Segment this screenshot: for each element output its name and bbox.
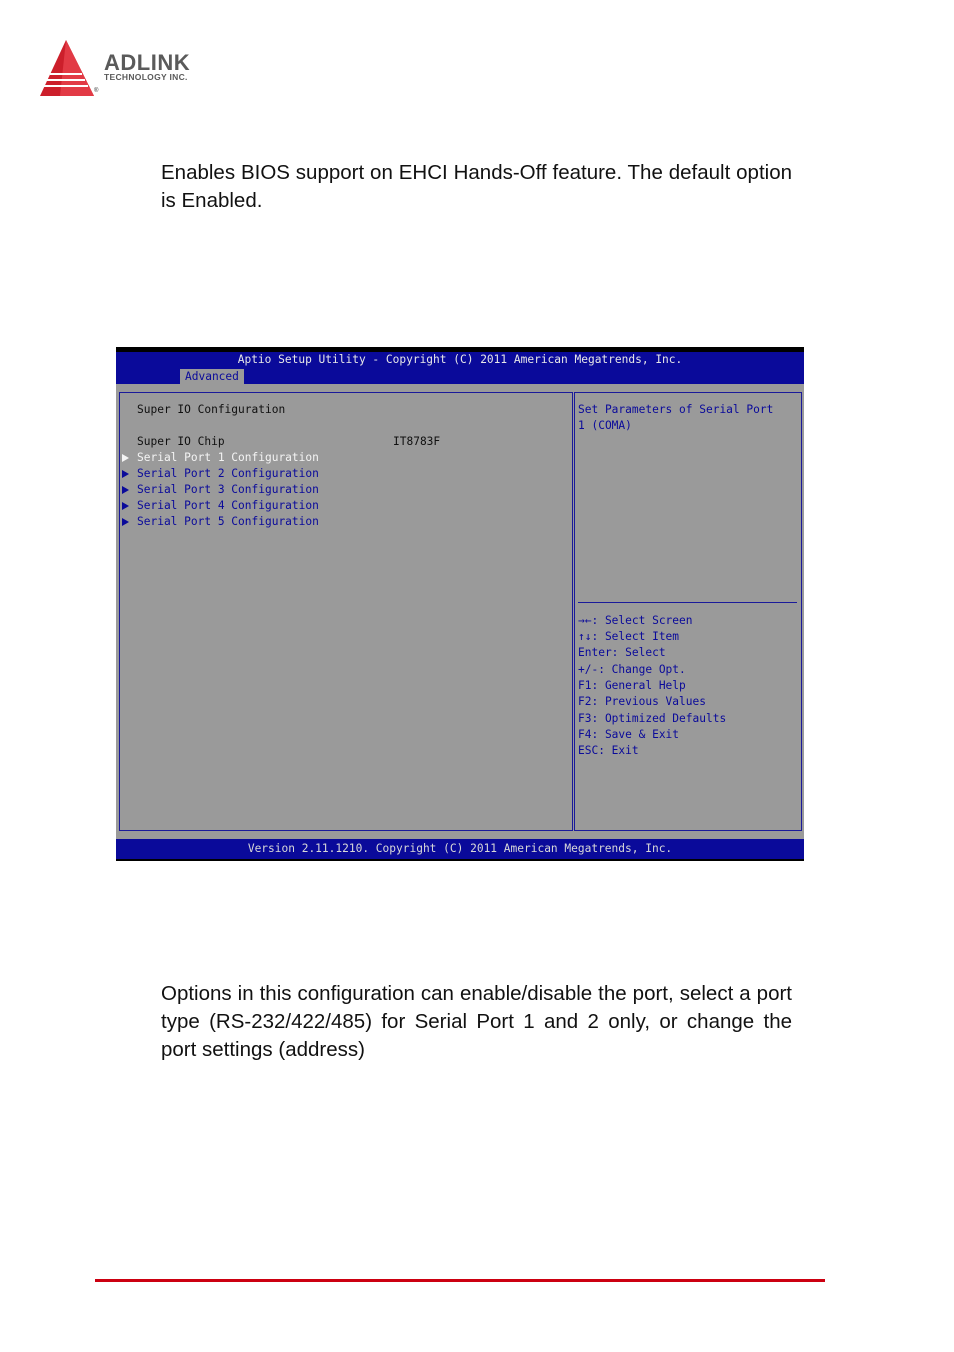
key-help-enter: Enter: Select — [578, 646, 666, 659]
adlink-triangle-logo-icon — [40, 40, 94, 96]
bios-bottom-border — [116, 859, 804, 861]
help-text-line: 1 (COMA) — [578, 419, 632, 432]
chip-value: IT8783F — [393, 435, 441, 448]
bios-header: Aptio Setup Utility - Copyright (C) 2011… — [116, 352, 804, 384]
adlink-logo: ADLINK TECHNOLOGY INC. ® — [38, 38, 238, 98]
key-help-select-screen: →←: Select Screen — [578, 614, 693, 627]
chip-label: Super IO Chip — [137, 435, 225, 448]
submenu-arrow-icon — [122, 454, 129, 462]
key-help-esc: ESC: Exit — [578, 744, 639, 757]
bios-screenshot: Aptio Setup Utility - Copyright (C) 2011… — [116, 347, 804, 861]
menu-item-label: Serial Port 3 Configuration — [137, 483, 319, 496]
intro-paragraph: Enables BIOS support on EHCI Hands-Off f… — [161, 161, 792, 212]
help-divider — [578, 602, 797, 603]
menu-item-label: Serial Port 4 Configuration — [137, 499, 319, 512]
registered-mark: ® — [94, 88, 99, 94]
key-help-select-item: ↑↓: Select Item — [578, 630, 680, 643]
bios-main-pane: Super IO Configuration Super IO Chip IT8… — [119, 392, 573, 831]
help-text-line: Set Parameters of Serial Port — [578, 403, 774, 416]
key-help-f3: F3: Optimized Defaults — [578, 712, 727, 725]
menu-item-label: Serial Port 1 Configuration — [137, 451, 319, 464]
menu-item-label: Serial Port 2 Configuration — [137, 467, 319, 480]
key-help-f2: F2: Previous Values — [578, 695, 706, 708]
page-footer-rule — [95, 1279, 825, 1282]
outro-paragraph: Options in this configuration can enable… — [161, 982, 792, 1061]
menu-item-label: Serial Port 5 Configuration — [137, 515, 319, 528]
submenu-arrow-icon — [122, 486, 129, 494]
submenu-arrow-icon — [122, 470, 129, 478]
section-title: Super IO Configuration — [137, 403, 286, 416]
key-help-change-opt: +/-: Change Opt. — [578, 663, 686, 676]
key-help-f1: F1: General Help — [578, 679, 686, 692]
submenu-arrow-icon — [122, 518, 129, 526]
key-help-f4: F4: Save & Exit — [578, 728, 680, 741]
logo-subtitle: TECHNOLOGY INC. — [104, 72, 188, 82]
tab-advanced[interactable]: Advanced — [180, 369, 244, 384]
submenu-arrow-icon — [122, 502, 129, 510]
bios-title: Aptio Setup Utility - Copyright (C) 2011… — [237, 353, 683, 366]
bios-footer: Version 2.11.1210. Copyright (C) 2011 Am… — [116, 839, 804, 859]
bios-help-pane: Set Parameters of Serial Port 1 (COMA) →… — [574, 392, 802, 831]
